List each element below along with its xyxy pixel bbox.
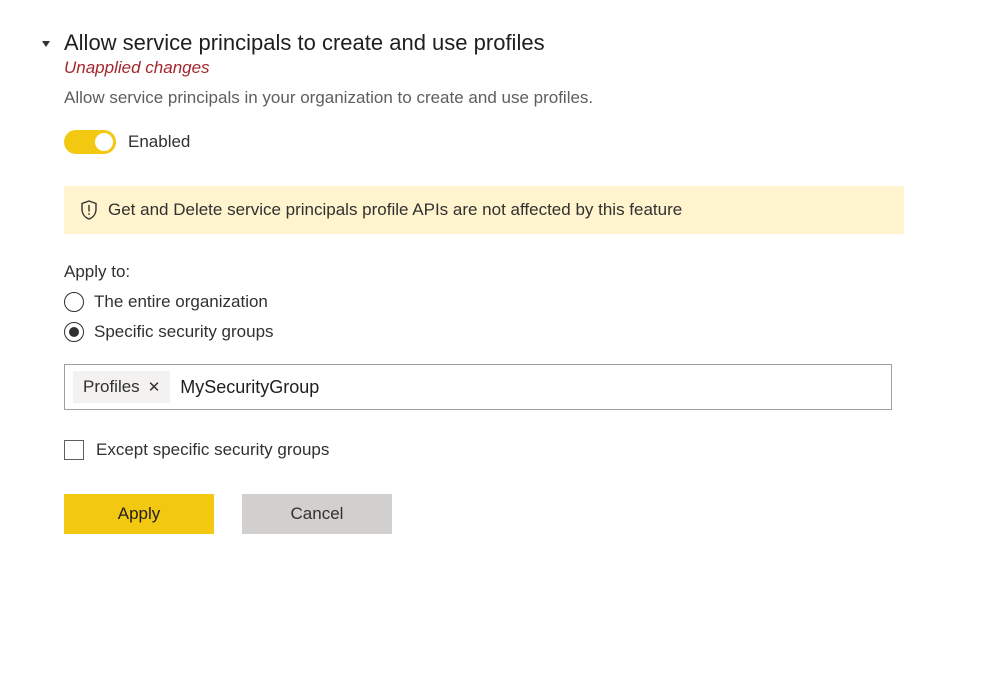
radio-dot [69, 327, 79, 337]
feature-alert-text: Get and Delete service principals profil… [108, 200, 682, 220]
setting-panel: Allow service principals to create and u… [40, 30, 941, 534]
except-checkbox-row: Except specific security groups [64, 440, 904, 460]
tag-remove-icon[interactable]: ✕ [148, 378, 161, 396]
setting-title: Allow service principals to create and u… [64, 30, 904, 56]
security-group-text-input[interactable] [180, 377, 883, 398]
enabled-toggle-row: Enabled [64, 130, 904, 154]
radio-input[interactable] [64, 322, 84, 342]
except-checkbox[interactable] [64, 440, 84, 460]
radio-option-specific-groups[interactable]: Specific security groups [64, 322, 904, 342]
toggle-knob [95, 133, 113, 151]
action-buttons: Apply Cancel [64, 494, 904, 534]
security-group-tag: Profiles ✕ [73, 371, 170, 403]
feature-alert: Get and Delete service principals profil… [64, 186, 904, 234]
apply-button[interactable]: Apply [64, 494, 214, 534]
tag-label: Profiles [83, 377, 140, 397]
radio-label: Specific security groups [94, 322, 274, 342]
radio-option-entire-org[interactable]: The entire organization [64, 292, 904, 312]
setting-description: Allow service principals in your organiz… [64, 88, 904, 108]
security-groups-input[interactable]: Profiles ✕ [64, 364, 892, 410]
except-checkbox-label: Except specific security groups [96, 440, 329, 460]
collapse-caret-icon[interactable] [40, 36, 52, 534]
unapplied-changes-label: Unapplied changes [64, 58, 904, 78]
radio-input[interactable] [64, 292, 84, 312]
radio-label: The entire organization [94, 292, 268, 312]
apply-to-label: Apply to: [64, 262, 904, 282]
setting-content: Allow service principals to create and u… [64, 30, 904, 534]
enabled-toggle-label: Enabled [128, 132, 190, 152]
enabled-toggle[interactable] [64, 130, 116, 154]
cancel-button[interactable]: Cancel [242, 494, 392, 534]
shield-warning-icon [80, 200, 98, 220]
